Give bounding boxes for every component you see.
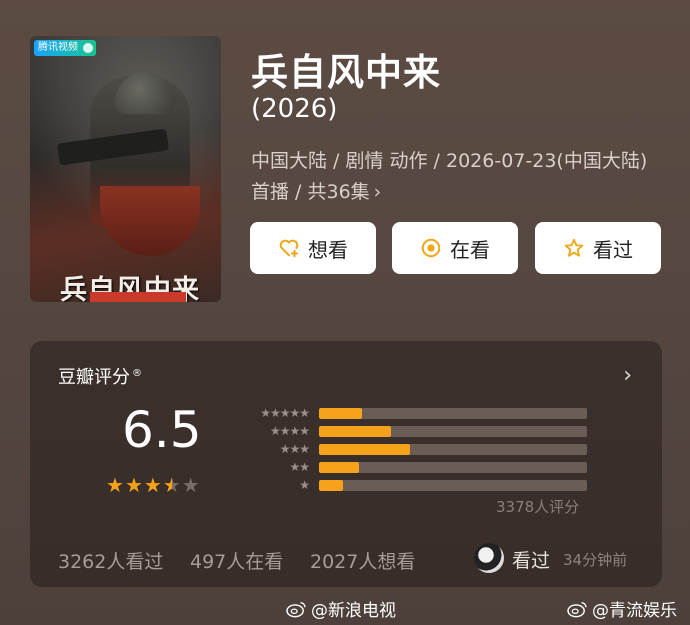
star-icon: ★ [106, 473, 124, 497]
weibo-icon [567, 601, 587, 617]
star-level-icon: ★★ [289, 460, 310, 474]
distribution-row: ★★ [240, 460, 587, 474]
rating-card[interactable]: 豆瓣评分 ® › 6.5 ★ ★ ★ ★ ★ ★★★★★ ★★★★ ★★★ ★★ ★ 3378人评… [30, 341, 662, 587]
distribution-track [319, 443, 587, 455]
distribution-track [319, 479, 587, 491]
distribution-row: ★★★ [240, 442, 587, 456]
distribution-bar [319, 407, 362, 419]
watermark-right: @青流娱乐 [566, 596, 677, 621]
poster-image[interactable]: 腾讯视频 兵自风中来 [30, 36, 221, 302]
watching-button[interactable]: 在看 [392, 222, 518, 274]
star-level-icon: ★★★★★ [260, 406, 310, 420]
star-rating: ★ ★ ★ ★ ★ [106, 475, 200, 495]
heart-plus-icon [279, 239, 299, 258]
watermark-left: @新浪电视 [285, 596, 396, 621]
watched-label: 看过 [593, 237, 633, 262]
distribution-bar [319, 461, 360, 473]
distribution-track [319, 407, 587, 419]
watching-count[interactable]: 497人在看 [190, 547, 283, 574]
rating-source-text: 豆瓣评分 [58, 367, 130, 388]
distribution-track [319, 425, 587, 437]
poster-bottom-banner [90, 292, 186, 302]
star-icon: ★ [181, 473, 200, 497]
my-status-time: 34分钟前 [563, 551, 628, 569]
watched-button[interactable]: 看过 [535, 222, 661, 274]
platform-badge: 腾讯视频 [34, 40, 96, 56]
star-icon: ★ [124, 473, 143, 497]
registered-mark: ® [132, 368, 142, 379]
distribution-bar [319, 425, 392, 437]
target-circle-icon [421, 238, 441, 258]
rating-source-label: 豆瓣评分 ® [58, 363, 142, 389]
distribution-row: ★ [240, 478, 587, 492]
star-icon: ★ [162, 473, 181, 497]
watching-label: 在看 [450, 237, 490, 262]
avatar[interactable] [474, 543, 504, 573]
distribution-row: ★★★★ [240, 424, 587, 438]
rating-count: 3378人评分 [496, 498, 580, 516]
star-icon: ★ [143, 473, 162, 497]
weibo-icon [286, 601, 306, 617]
distribution-track [319, 461, 587, 473]
rating-score: 6.5 [122, 401, 202, 459]
star-outline-icon [564, 238, 584, 257]
chevron-right-icon: › [373, 181, 382, 203]
show-year: (2026) [251, 94, 338, 124]
my-status-label: 看过 [512, 550, 551, 572]
want-count[interactable]: 2027人想看 [310, 547, 415, 574]
show-title: 兵自风中来 [251, 51, 441, 94]
star-level-icon: ★ [299, 478, 310, 492]
distribution-row: ★★★★★ [240, 406, 587, 420]
show-meta-text: 中国大陆 / 剧情 动作 / 2026-07-23(中国大陆)首播 / 共36集 [251, 150, 648, 203]
distribution-bar [319, 443, 411, 455]
watermark-left-text: @新浪电视 [311, 601, 396, 621]
platform-logo-icon [83, 43, 93, 53]
platform-badge-label: 腾讯视频 [38, 42, 78, 53]
star-level-icon: ★★★★ [269, 424, 310, 438]
watched-count[interactable]: 3262人看过 [58, 547, 163, 574]
show-meta-link[interactable]: 中国大陆 / 剧情 动作 / 2026-07-23(中国大陆)首播 / 共36集… [251, 146, 656, 208]
distribution-bar [319, 479, 344, 491]
want-to-watch-label: 想看 [308, 237, 348, 262]
want-to-watch-button[interactable]: 想看 [250, 222, 376, 274]
chevron-right-icon[interactable]: › [623, 363, 632, 388]
star-level-icon: ★★★ [279, 442, 310, 456]
watermark-right-text: @青流娱乐 [592, 601, 677, 621]
